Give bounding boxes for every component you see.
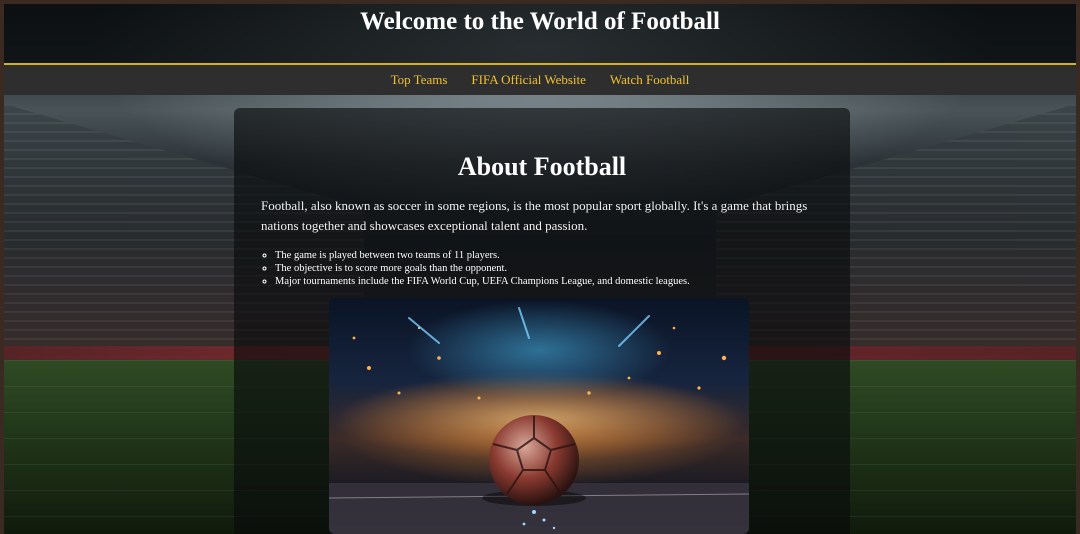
nav-link-watch-football[interactable]: Watch Football bbox=[610, 72, 689, 88]
page-title: Welcome to the World of Football bbox=[360, 8, 720, 35]
football-ball-illustration bbox=[329, 307, 749, 534]
facts-list: The game is played between two teams of … bbox=[275, 249, 850, 288]
list-item: Major tournaments include the FIFA World… bbox=[275, 275, 850, 288]
list-item: The game is played between two teams of … bbox=[275, 249, 850, 262]
section-heading: About Football bbox=[457, 152, 627, 181]
nav-link-fifa-website[interactable]: FIFA Official Website bbox=[471, 72, 586, 88]
page-background: Welcome to the World of Football Top Tea… bbox=[4, 4, 1076, 534]
site-header: Welcome to the World of Football bbox=[4, 4, 1076, 65]
nav-link-top-teams[interactable]: Top Teams bbox=[391, 72, 448, 88]
about-section: About Football Football, also known as s… bbox=[234, 108, 850, 534]
main-nav: Top Teams FIFA Official Website Watch Fo… bbox=[4, 65, 1076, 95]
football-stadium-image bbox=[329, 298, 749, 534]
list-item: The objective is to score more goals tha… bbox=[275, 262, 850, 275]
intro-paragraph: Football, also known as soccer in some r… bbox=[261, 198, 808, 233]
